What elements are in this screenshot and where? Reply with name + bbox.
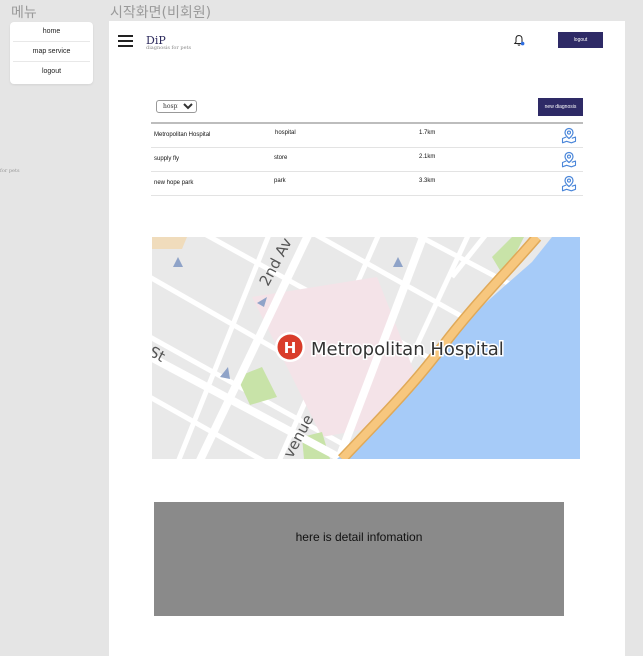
- detail-info-panel: here is detail infomation: [154, 502, 564, 616]
- hospital-marker-icon[interactable]: H: [275, 332, 305, 362]
- map-place-label: Metropolitan Hospital: [311, 339, 504, 360]
- detail-info-text: here is detail infomation: [295, 530, 423, 544]
- place-distance: 1.7km: [419, 130, 436, 136]
- logout-button[interactable]: logout: [558, 32, 603, 48]
- side-menu-item-logout[interactable]: logout: [13, 62, 90, 81]
- map-view[interactable]: 2nd Av St venue H Metropolitan Hospital: [152, 237, 580, 459]
- new-diagnosis-button[interactable]: new diagnosis: [538, 98, 583, 116]
- start-screen: DiP diagnosis for pets logout hospital n…: [109, 21, 625, 656]
- app-tagline: diagnosis for pets: [146, 45, 192, 51]
- location-pin-icon[interactable]: [561, 175, 577, 192]
- start-screen-frame-label: 시작화면(비회원): [110, 5, 212, 21]
- stray-tagline-text: for pets: [0, 168, 20, 174]
- notification-bell-icon[interactable]: [513, 34, 525, 47]
- place-type: park: [274, 178, 286, 184]
- place-name: new hope park: [154, 180, 194, 186]
- place-row[interactable]: new hope park park 3.3km: [151, 172, 583, 196]
- place-name: supply fly: [154, 156, 180, 162]
- place-type: hospital: [275, 130, 296, 136]
- place-type: store: [274, 155, 288, 161]
- location-pin-icon[interactable]: [561, 127, 577, 144]
- side-menu: home map service logout: [10, 22, 93, 84]
- side-menu-item-home[interactable]: home: [13, 22, 90, 42]
- hospital-marker-letter: H: [284, 339, 297, 357]
- place-distance: 3.3km: [419, 178, 436, 184]
- place-row[interactable]: Metropolitan Hospital hospital 1.7km: [151, 124, 583, 148]
- place-name: Metropolitan Hospital: [154, 132, 211, 138]
- place-row[interactable]: supply fly store 2.1km: [151, 148, 583, 172]
- side-menu-item-map-service[interactable]: map service: [13, 42, 90, 62]
- hamburger-menu-icon[interactable]: [118, 35, 133, 47]
- location-pin-icon[interactable]: [561, 151, 577, 168]
- menu-frame-label: 메뉴: [11, 5, 37, 21]
- place-distance: 2.1km: [419, 154, 436, 160]
- place-type-select[interactable]: hospital: [156, 100, 197, 113]
